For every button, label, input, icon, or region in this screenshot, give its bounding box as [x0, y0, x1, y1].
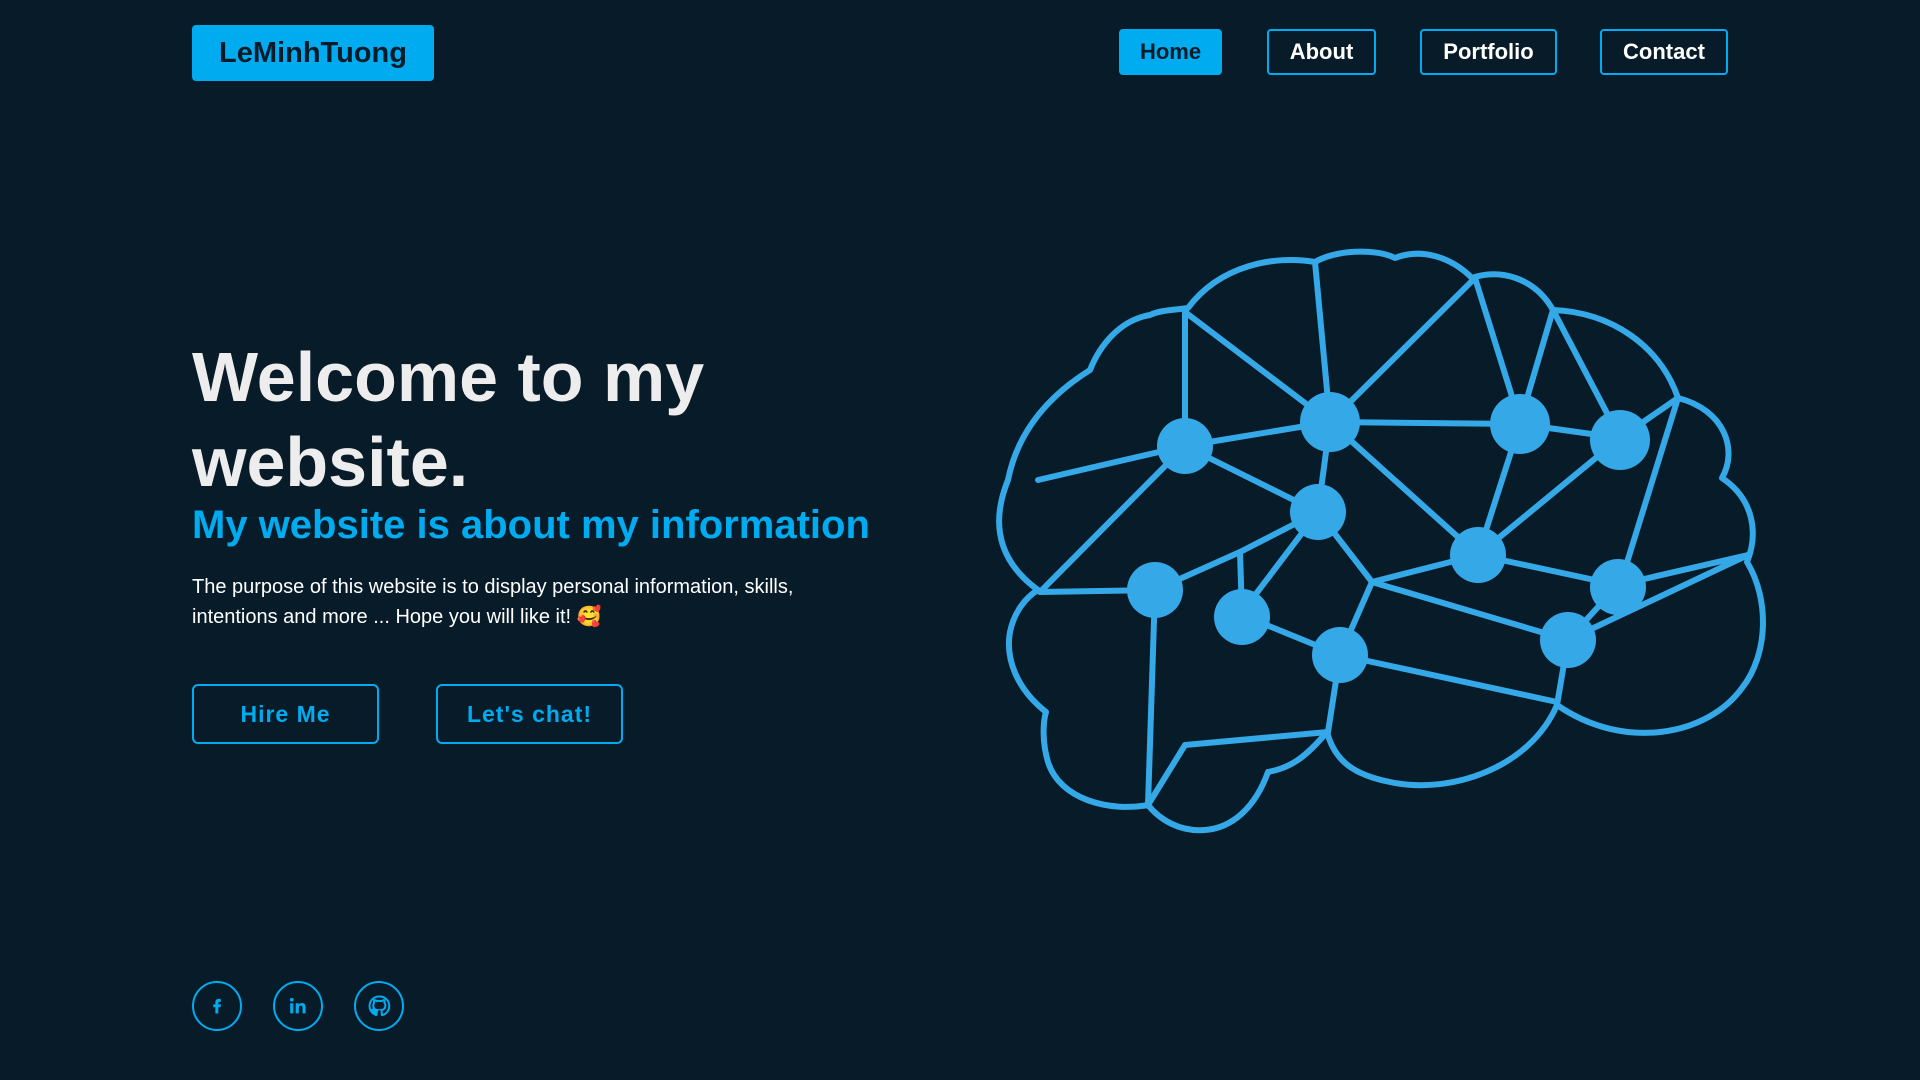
nav-contact-link[interactable]: Contact	[1600, 29, 1728, 75]
hero-subtitle: My website is about my information	[192, 503, 870, 547]
nav-home-link[interactable]: Home	[1119, 29, 1222, 75]
nav-about-link[interactable]: About	[1267, 29, 1376, 75]
github-icon	[368, 995, 391, 1017]
lets-chat-button[interactable]: Let's chat!	[436, 684, 623, 744]
brain-network-icon	[996, 248, 1766, 834]
facebook-link[interactable]	[192, 981, 242, 1031]
github-link[interactable]	[354, 981, 404, 1031]
hero-description: The purpose of this website is to displa…	[192, 576, 794, 628]
page: LeMinhTuong Home About Portfolio Contact…	[0, 0, 1920, 1080]
hire-me-button[interactable]: Hire Me	[192, 684, 379, 744]
linkedin-link[interactable]	[273, 981, 323, 1031]
hero-title: Welcome to my website.	[192, 338, 705, 501]
logo-link[interactable]: LeMinhTuong	[192, 25, 434, 81]
nav-portfolio-link[interactable]: Portfolio	[1420, 29, 1557, 75]
linkedin-icon	[289, 997, 306, 1014]
facebook-icon	[213, 998, 221, 1014]
